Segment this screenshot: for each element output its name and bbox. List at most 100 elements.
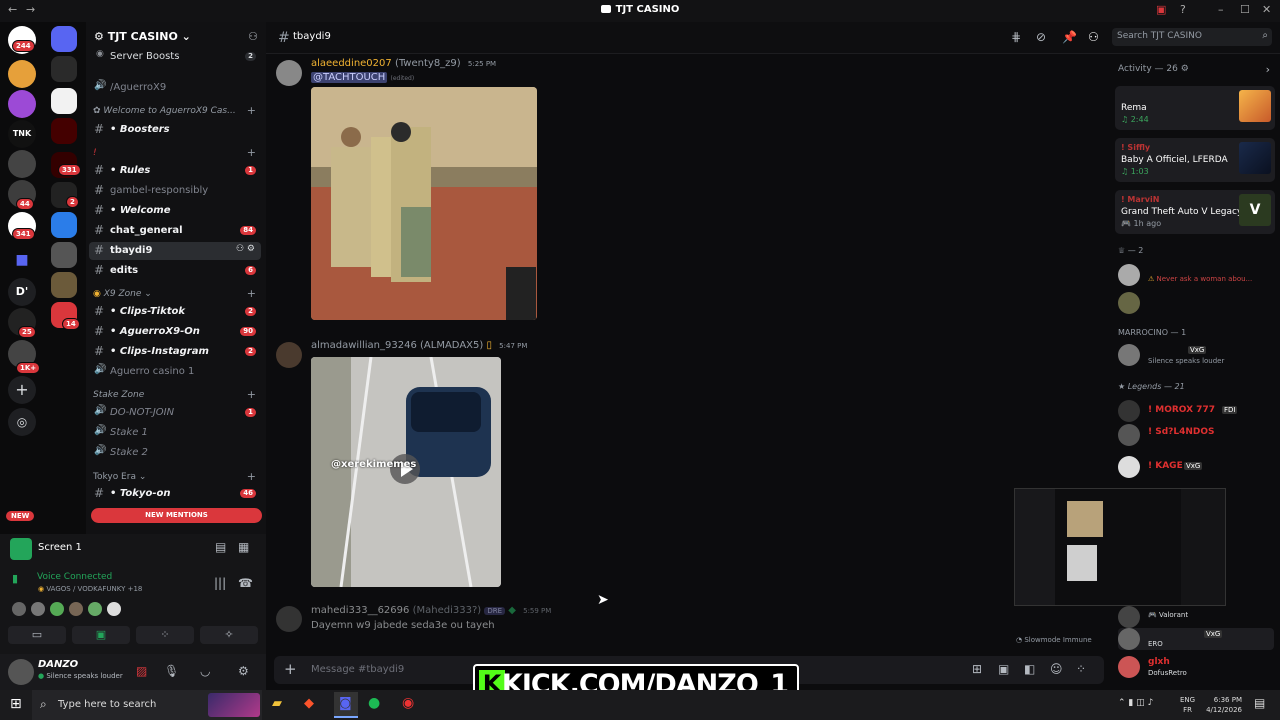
member-item[interactable]: ERO VxG [1118, 628, 1274, 650]
server-icon-13[interactable] [51, 242, 77, 268]
server-icon-5[interactable] [51, 88, 77, 114]
category-tokyo-era[interactable]: Tokyo Era ⌄ [93, 472, 146, 482]
clock[interactable]: 6:36 PM 4/12/2026 [1202, 695, 1242, 715]
language-indicator[interactable]: ENG FR [1180, 695, 1195, 715]
add-server-icon[interactable]: + [8, 376, 36, 404]
folder-icon[interactable]: ■ [8, 246, 36, 274]
channel-edits[interactable]: # edits 6 [86, 262, 264, 280]
inbox-icon[interactable]: ▣ [1156, 3, 1166, 16]
apps-icon[interactable]: ⁘ [1076, 662, 1086, 676]
gif-icon[interactable]: ▣ [998, 662, 1009, 676]
soundboard-button[interactable]: ✧ [200, 626, 258, 644]
member-item[interactable]: glxh DofusRetro [1118, 656, 1278, 678]
members-icon[interactable]: ⚇ [1088, 30, 1099, 44]
server-icon-12[interactable] [51, 212, 77, 238]
add-member-icon[interactable]: ⚇ [248, 30, 258, 43]
avatar[interactable] [276, 606, 302, 632]
channel-aguerro[interactable]: 🔊/AguerroX9 [86, 79, 264, 97]
grid-icon[interactable]: ▦ [238, 540, 249, 554]
camera-off-icon[interactable]: ▨ [136, 664, 147, 678]
new-pill[interactable]: NEW [6, 511, 35, 521]
mic-icon[interactable]: 🎙 [164, 664, 179, 678]
activity-card[interactable]: Rema ♫ 2:44 [1115, 86, 1275, 130]
brave-icon[interactable]: ◆ [304, 696, 314, 711]
channel-aguerro-on[interactable]: # • AguerroX9-On 90 [86, 323, 264, 341]
channel-rules[interactable]: # • Rules 1 [86, 162, 264, 180]
channel-stake2[interactable]: 🔊 Stake 2 [86, 444, 264, 462]
channel-gambel[interactable]: # gambel-responsibly [86, 182, 264, 200]
channel-tbaydi9[interactable]: # tbaydi9 ⚇ ⚙ [89, 242, 261, 260]
stream-preview[interactable] [1014, 488, 1226, 606]
pin-icon[interactable]: 📌 [1062, 30, 1077, 44]
add-channel-icon[interactable]: + [247, 470, 256, 483]
discover-icon[interactable]: ◎ [8, 408, 36, 436]
channel-boosters[interactable]: # • Boosters [86, 121, 264, 139]
windows-start-icon[interactable]: ⊞ [10, 696, 22, 712]
add-attachment-icon[interactable]: + [284, 660, 297, 678]
activity-card[interactable]: ! Siffly Baby A Officiel, LFERDA ♫ 1:03 [1115, 138, 1275, 182]
video-attachment[interactable]: @xerekimemes [311, 357, 501, 587]
channel-clips-instagram[interactable]: # • Clips-Instagram 2 [86, 343, 264, 361]
search-input[interactable]: Search TJT CASINO ⌕ [1112, 28, 1272, 46]
add-channel-icon[interactable]: + [247, 388, 256, 401]
threads-icon[interactable]: ⋕ [1011, 30, 1021, 44]
channel-welcome[interactable]: # • Welcome [86, 202, 264, 220]
activities-button[interactable]: ⁘ [136, 626, 194, 644]
new-mentions-button[interactable]: NEW MENTIONS [91, 508, 262, 523]
noise-icon[interactable]: ||| [214, 576, 226, 590]
notifications-off-icon[interactable]: ⊘ [1036, 30, 1046, 44]
category-welcome[interactable]: ✿ Welcome to AguerroX9 Cas... [93, 106, 236, 116]
gift-icon[interactable]: ⊞ [972, 662, 982, 676]
settings-icon[interactable]: ⚙ [238, 664, 249, 678]
add-channel-icon[interactable]: + [247, 287, 256, 300]
category-red[interactable]: ! [93, 148, 97, 158]
channel-do-not-join[interactable]: 🔊 DO-NOT-JOIN 1 [86, 404, 264, 422]
voice-channel[interactable]: ◉ VAGOS / VODKAFUNKY +18 [38, 585, 142, 593]
member-item[interactable]: Silence speaks louder VxG [1118, 344, 1278, 366]
obs-icon[interactable]: ◉ [402, 695, 414, 711]
notification-icon[interactable]: ▤ [1254, 696, 1265, 710]
category-stake-zone[interactable]: Stake Zone [93, 390, 144, 400]
tray-icons[interactable]: ⌃ ▮ ◫ ♪ [1118, 698, 1153, 708]
mention[interactable]: @TACHTOUCH [311, 72, 388, 83]
popout-icon[interactable]: ▤ [215, 540, 226, 554]
file-explorer-icon[interactable]: ▰ [272, 696, 282, 711]
share-screen-button[interactable]: ▣ [72, 626, 130, 644]
add-channel-icon[interactable]: + [247, 146, 256, 159]
server-icon-7[interactable] [8, 150, 36, 178]
server-icon-3[interactable] [51, 56, 77, 82]
discord-taskbar-icon[interactable]: ◙ [334, 692, 358, 718]
image-attachment[interactable] [311, 87, 537, 320]
username[interactable]: alaeeddine0207 [311, 58, 392, 69]
member-item[interactable]: ! Sd?L4NDOS [1118, 424, 1278, 446]
voice-avatars[interactable] [12, 602, 122, 618]
channel-stake1[interactable]: 🔊 Stake 1 [86, 424, 264, 442]
chevron-right-icon[interactable]: › [1266, 63, 1270, 76]
server-icon-2[interactable] [8, 60, 36, 88]
help-icon[interactable]: ? [1180, 3, 1186, 16]
server-icon-14[interactable] [51, 272, 77, 298]
dm-icon[interactable] [51, 26, 77, 52]
member-item[interactable]: ! MOROX 777 FDI [1118, 400, 1278, 422]
server-icon-tnk[interactable]: TNK [8, 120, 36, 148]
channel-chat-general[interactable]: # chat_general 84 [86, 222, 264, 240]
channel-clips-tiktok[interactable]: # • Clips-Tiktok 2 [86, 303, 264, 321]
member-item[interactable]: 🎮 Valorant [1118, 606, 1278, 628]
settings-icon[interactable]: ⚇ ⚙ [236, 244, 255, 254]
member-item[interactable]: ! KAGE VxG [1118, 456, 1278, 478]
maximize-icon[interactable]: ☐ [1240, 3, 1250, 16]
avatar[interactable] [276, 60, 302, 86]
server-name[interactable]: ⚙ TJT CASINO ⌄ [94, 30, 191, 43]
server-icon-d[interactable]: D' [8, 278, 36, 306]
username[interactable]: almadawillian_93246 [311, 340, 417, 351]
add-channel-icon[interactable]: + [247, 104, 256, 117]
server-icon-4[interactable] [8, 90, 36, 118]
close-icon[interactable]: ✕ [1262, 3, 1271, 16]
channel-server-boosts[interactable]: ◉ Server Boosts 2 [86, 48, 264, 66]
taskbar-search-input[interactable]: ⌕ Type here to search [32, 690, 262, 720]
category-x9-zone[interactable]: ◉ X9 Zone ⌄ [93, 289, 152, 299]
channel-tokyo-on[interactable]: # • Tokyo-on 46 [86, 485, 264, 503]
member-item[interactable]: ⚠ Never ask a woman abou... [1118, 264, 1278, 286]
avatar[interactable] [276, 342, 302, 368]
disconnect-icon[interactable]: ☎ [238, 576, 253, 590]
